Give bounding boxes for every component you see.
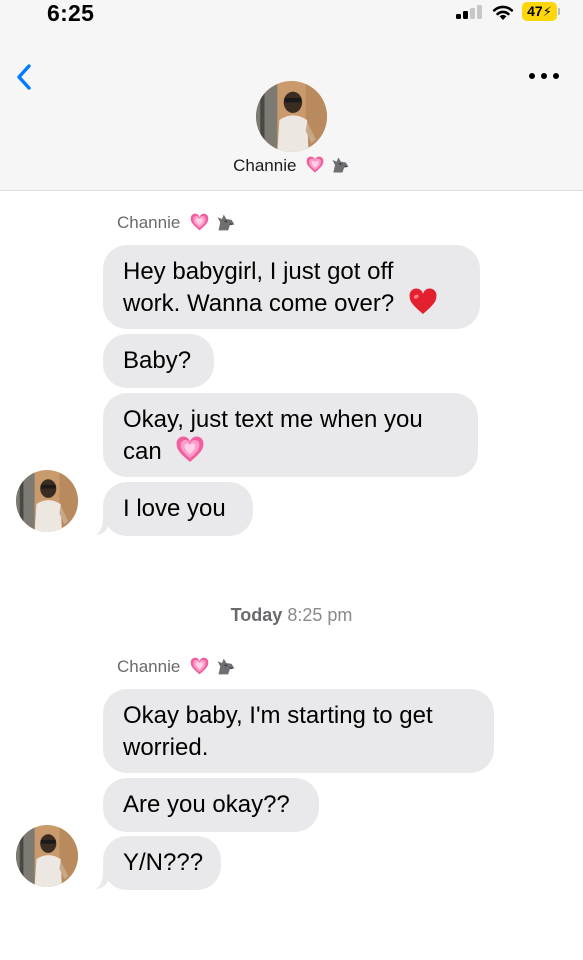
battery-level: 47: [527, 3, 543, 19]
battery-tip: [558, 8, 560, 15]
cellular-signal-icon: [456, 5, 482, 19]
message-bubble[interactable]: Hey babygirl, I just got off work. Wanna…: [103, 245, 480, 329]
status-time: 6:25: [47, 0, 95, 26]
pink-heart-icon: [305, 155, 325, 175]
message-line: Okay, just text me when you: [123, 406, 423, 433]
sender-name-row: Channie: [117, 213, 236, 233]
pink-heart-icon: [189, 656, 210, 677]
contact-name: Channie: [233, 156, 297, 175]
sender-avatar[interactable]: [16, 470, 78, 532]
contact-name-row[interactable]: Channie: [0, 156, 583, 176]
wolf-icon: [215, 212, 236, 233]
contact-avatar[interactable]: [256, 81, 327, 152]
message-bubble[interactable]: Okay baby, I'm starting to get worried.: [103, 689, 494, 773]
wifi-icon: [492, 5, 514, 20]
timestamp-divider: Today 8:25 pm: [0, 605, 583, 626]
timestamp-time: 8:25 pm: [287, 605, 353, 625]
bubble-tail: [96, 514, 108, 535]
message-line: Baby?: [123, 347, 192, 374]
message-line: Y/N???: [123, 849, 204, 876]
message-line: Are you okay??: [123, 791, 290, 818]
message-bubble[interactable]: Okay, just text me when you can: [103, 393, 478, 477]
timestamp-day: Today: [230, 605, 283, 625]
wolf-icon: [330, 155, 350, 175]
back-chevron-icon[interactable]: [10, 60, 40, 94]
message-bubble[interactable]: Are you okay??: [103, 778, 319, 832]
pink-heart-icon: [174, 434, 206, 466]
red-heart-icon: [407, 286, 439, 318]
more-options-button[interactable]: [526, 66, 562, 86]
message-bubble[interactable]: Y/N???: [103, 836, 221, 890]
message-bubble[interactable]: I love you: [103, 482, 253, 536]
message-line: Hey babygirl, I just got off: [123, 258, 394, 285]
message-line: I love you: [123, 495, 226, 522]
message-bubble[interactable]: Baby?: [103, 334, 214, 388]
battery-indicator: 47⚡︎: [522, 2, 557, 21]
message-line: work. Wanna come over?: [123, 290, 395, 317]
charging-bolt-icon: ⚡︎: [542, 4, 552, 19]
sender-name: Channie: [117, 213, 181, 232]
pink-heart-icon: [189, 212, 210, 233]
sender-name-row: Channie: [117, 657, 236, 677]
conversation-header: 6:25 47⚡︎ Channie: [0, 0, 583, 191]
message-line: worried.: [123, 734, 209, 761]
message-line: can: [123, 438, 162, 465]
wolf-icon: [215, 656, 236, 677]
sender-name: Channie: [117, 657, 181, 676]
sender-avatar[interactable]: [16, 825, 78, 887]
bubble-tail: [96, 868, 108, 889]
message-line: Okay baby, I'm starting to get: [123, 702, 433, 729]
